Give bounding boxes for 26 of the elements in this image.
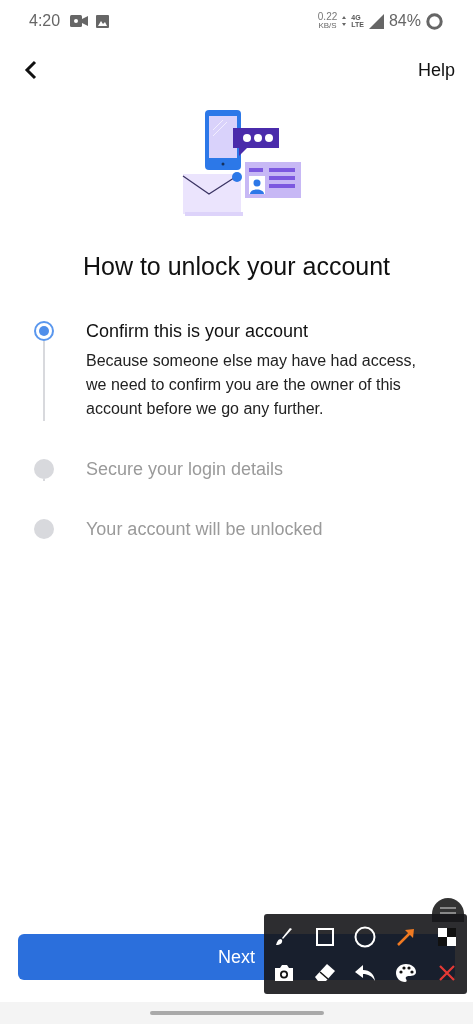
battery-ring-icon: [426, 12, 443, 30]
help-link[interactable]: Help: [417, 59, 455, 81]
data-speed: 0.22: [317, 12, 338, 22]
step-title: Secure your login details: [86, 458, 285, 481]
camera-icon: [273, 962, 296, 983]
step-description: Because someone else may have had access, we need to confirm you are the owner of this account before we go any further.: [86, 351, 417, 419]
video-camera-icon: [70, 15, 89, 27]
brush-icon: [274, 926, 295, 947]
palette-icon: [395, 962, 418, 983]
page-title: How to unlock your account: [81, 252, 392, 281]
arrow-icon: [396, 926, 417, 947]
step-title: Your account will be unlocked: [86, 518, 324, 541]
image-icon: [96, 14, 110, 28]
battery-percent: 84%: [388, 12, 421, 30]
checker-icon: [436, 926, 457, 947]
circle-icon: [354, 925, 377, 948]
step-title: Confirm this is your account: [86, 320, 310, 343]
undo-icon: [354, 962, 377, 983]
status-time: 4:20: [29, 12, 61, 30]
data-unit: KB/S: [318, 22, 337, 30]
close-icon: [437, 963, 456, 982]
eraser-icon: [313, 962, 336, 983]
square-icon: [314, 926, 335, 947]
signal-icon: [368, 13, 384, 29]
back-icon[interactable]: [24, 60, 38, 80]
up-down-arrows-icon: [342, 16, 347, 26]
